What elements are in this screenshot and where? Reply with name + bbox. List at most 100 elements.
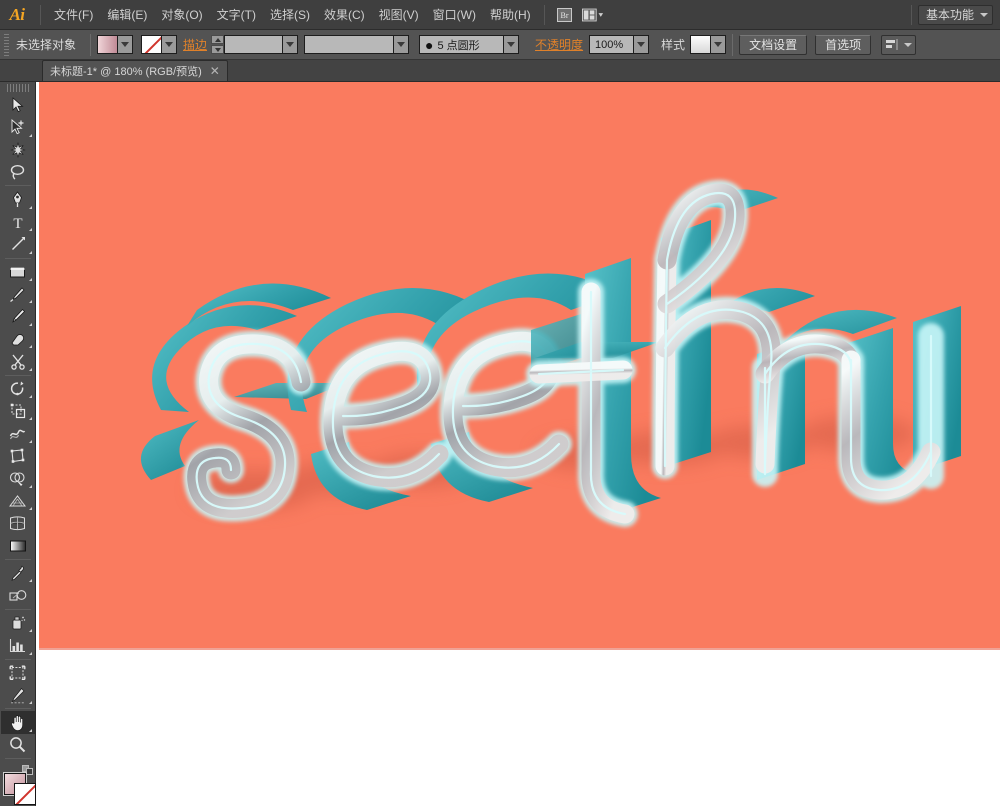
close-icon[interactable]: ✕ bbox=[210, 64, 220, 78]
fill-dropdown-icon[interactable] bbox=[118, 35, 134, 54]
menu-edit[interactable]: 编辑(E) bbox=[100, 2, 154, 27]
graphic-style-dropdown-icon[interactable] bbox=[711, 35, 727, 54]
tool-flyout-indicator bbox=[28, 439, 32, 443]
menu-file[interactable]: 文件(F) bbox=[47, 2, 100, 27]
selection-tool[interactable] bbox=[1, 94, 35, 116]
bridge-icon[interactable]: Br bbox=[554, 5, 576, 25]
slice-tool[interactable] bbox=[1, 684, 35, 706]
ai-logo-icon: Ai bbox=[9, 4, 25, 24]
scale-tool[interactable] bbox=[1, 400, 35, 422]
artboard[interactable] bbox=[39, 82, 1000, 648]
tool-divider-5 bbox=[4, 608, 31, 610]
menubar-divider bbox=[40, 4, 41, 25]
pencil-tool[interactable] bbox=[1, 305, 35, 327]
menu-type[interactable]: 文字(T) bbox=[210, 2, 263, 27]
menu-view[interactable]: 视图(V) bbox=[372, 2, 426, 27]
tool-divider-8 bbox=[4, 758, 31, 760]
tool-flyout-indicator bbox=[28, 651, 32, 655]
stepper-up-icon[interactable] bbox=[211, 35, 225, 44]
stroke-weight-dropdown-icon[interactable] bbox=[282, 36, 298, 53]
graphic-style-swatch[interactable] bbox=[690, 35, 712, 54]
scissors-tool[interactable] bbox=[1, 350, 35, 372]
fill-swatch[interactable] bbox=[97, 35, 119, 54]
stroke-profile-select[interactable] bbox=[304, 35, 410, 54]
stroke-color-swatch[interactable] bbox=[141, 35, 163, 54]
brush-definition-select[interactable]: ● 5 点圆形 bbox=[419, 35, 520, 54]
hand-tool[interactable] bbox=[0, 711, 35, 734]
mesh-tool[interactable] bbox=[1, 512, 35, 534]
opacity-label[interactable]: 不透明度 bbox=[535, 36, 583, 53]
stroke-weight-label[interactable]: 描边 bbox=[183, 36, 207, 53]
opacity-dropdown-icon[interactable] bbox=[633, 36, 649, 53]
column-graph-tool[interactable] bbox=[1, 634, 35, 656]
stroke-weight-stepper[interactable] bbox=[211, 35, 225, 54]
preferences-button[interactable]: 首选项 bbox=[815, 34, 872, 55]
tool-flyout-indicator bbox=[28, 345, 32, 349]
width-tool[interactable] bbox=[1, 422, 35, 444]
gradient-tool[interactable] bbox=[1, 535, 35, 557]
chevron-down-icon bbox=[980, 12, 988, 17]
tool-flyout-indicator bbox=[28, 250, 32, 254]
tool-divider-7 bbox=[4, 708, 31, 710]
graphic-style-control[interactable] bbox=[690, 35, 727, 54]
illustrator-window: Ai 文件(F) 编辑(E) 对象(O) 文字(T) 选择(S) 效果(C) 视… bbox=[0, 0, 1000, 806]
document-tab[interactable]: 未标题-1* @ 180% (RGB/预览) ✕ bbox=[42, 60, 228, 81]
stroke-weight-input[interactable] bbox=[224, 35, 299, 54]
brush-definition-value: 5 点圆形 bbox=[437, 39, 480, 52]
control-divider-1 bbox=[90, 33, 92, 56]
control-bar: 未选择对象 描边 ● 5 点圆形 不透明度 100% 样式 文档设置 首选项 bbox=[0, 30, 1000, 60]
menu-effect[interactable]: 效果(C) bbox=[317, 2, 372, 27]
menu-help[interactable]: 帮助(H) bbox=[483, 2, 538, 27]
eyedropper-tool[interactable] bbox=[1, 562, 35, 584]
stroke-profile-dropdown-icon[interactable] bbox=[393, 36, 409, 53]
arrange-documents-icon[interactable] bbox=[581, 5, 604, 25]
workspace-switcher[interactable]: 基本功能 bbox=[917, 4, 993, 25]
rectangle-tool[interactable] bbox=[1, 261, 35, 283]
opacity-value: 100% bbox=[595, 38, 624, 51]
type-tool[interactable]: T bbox=[1, 211, 35, 233]
eraser-tool[interactable] bbox=[1, 328, 35, 350]
tool-divider-4 bbox=[4, 558, 31, 560]
tool-flyout-indicator bbox=[28, 579, 32, 583]
shape-builder-tool[interactable] bbox=[1, 467, 35, 489]
rotate-tool[interactable] bbox=[1, 378, 35, 400]
symbol-sprayer-tool[interactable] bbox=[1, 612, 35, 634]
svg-text:Br: Br bbox=[561, 11, 569, 20]
control-bar-grip[interactable] bbox=[4, 33, 9, 56]
tools-panel-grip[interactable] bbox=[6, 84, 29, 92]
menu-select[interactable]: 选择(S) bbox=[263, 2, 317, 27]
blend-tool[interactable] bbox=[1, 584, 35, 606]
tool-flyout-indicator bbox=[28, 629, 32, 633]
menu-window[interactable]: 窗口(W) bbox=[426, 2, 483, 27]
align-objects-button[interactable] bbox=[881, 34, 917, 55]
workspace-label: 基本功能 bbox=[925, 8, 974, 22]
paintbrush-tool[interactable] bbox=[1, 283, 35, 305]
pen-tool[interactable] bbox=[1, 188, 35, 210]
line-segment-tool[interactable] bbox=[1, 233, 35, 255]
menu-object[interactable]: 对象(O) bbox=[154, 2, 209, 27]
brush-dropdown-icon[interactable] bbox=[503, 36, 519, 53]
document-tab-title: 未标题-1* @ 180% (RGB/预览) bbox=[50, 66, 202, 78]
document-canvas[interactable] bbox=[36, 82, 1000, 806]
stroke-color-swatch-none[interactable] bbox=[13, 783, 36, 806]
direct-selection-tool[interactable] bbox=[1, 116, 35, 138]
selection-status: 未选择对象 bbox=[16, 38, 77, 52]
zoom-tool[interactable] bbox=[1, 734, 35, 756]
artboard-bottom-edge bbox=[39, 648, 1000, 650]
opacity-input[interactable]: 100% bbox=[589, 35, 650, 54]
free-transform-tool[interactable] bbox=[1, 445, 35, 467]
menubar-divider-2 bbox=[543, 4, 545, 25]
tool-flyout-indicator bbox=[28, 417, 32, 421]
default-fill-stroke-icon-2 bbox=[25, 768, 33, 776]
fill-control[interactable] bbox=[97, 35, 134, 54]
stroke-dropdown-icon[interactable] bbox=[162, 35, 178, 54]
artwork-see-thru[interactable] bbox=[39, 82, 1000, 648]
tool-flyout-indicator bbox=[28, 701, 32, 705]
artboard-tool[interactable] bbox=[1, 662, 35, 684]
perspective-grid-tool[interactable] bbox=[1, 490, 35, 512]
stroke-color-control[interactable] bbox=[141, 35, 178, 54]
stepper-down-icon[interactable] bbox=[211, 45, 225, 54]
lasso-tool[interactable] bbox=[1, 161, 35, 183]
magic-wand-tool[interactable] bbox=[1, 139, 35, 161]
document-setup-button[interactable]: 文档设置 bbox=[739, 34, 808, 55]
